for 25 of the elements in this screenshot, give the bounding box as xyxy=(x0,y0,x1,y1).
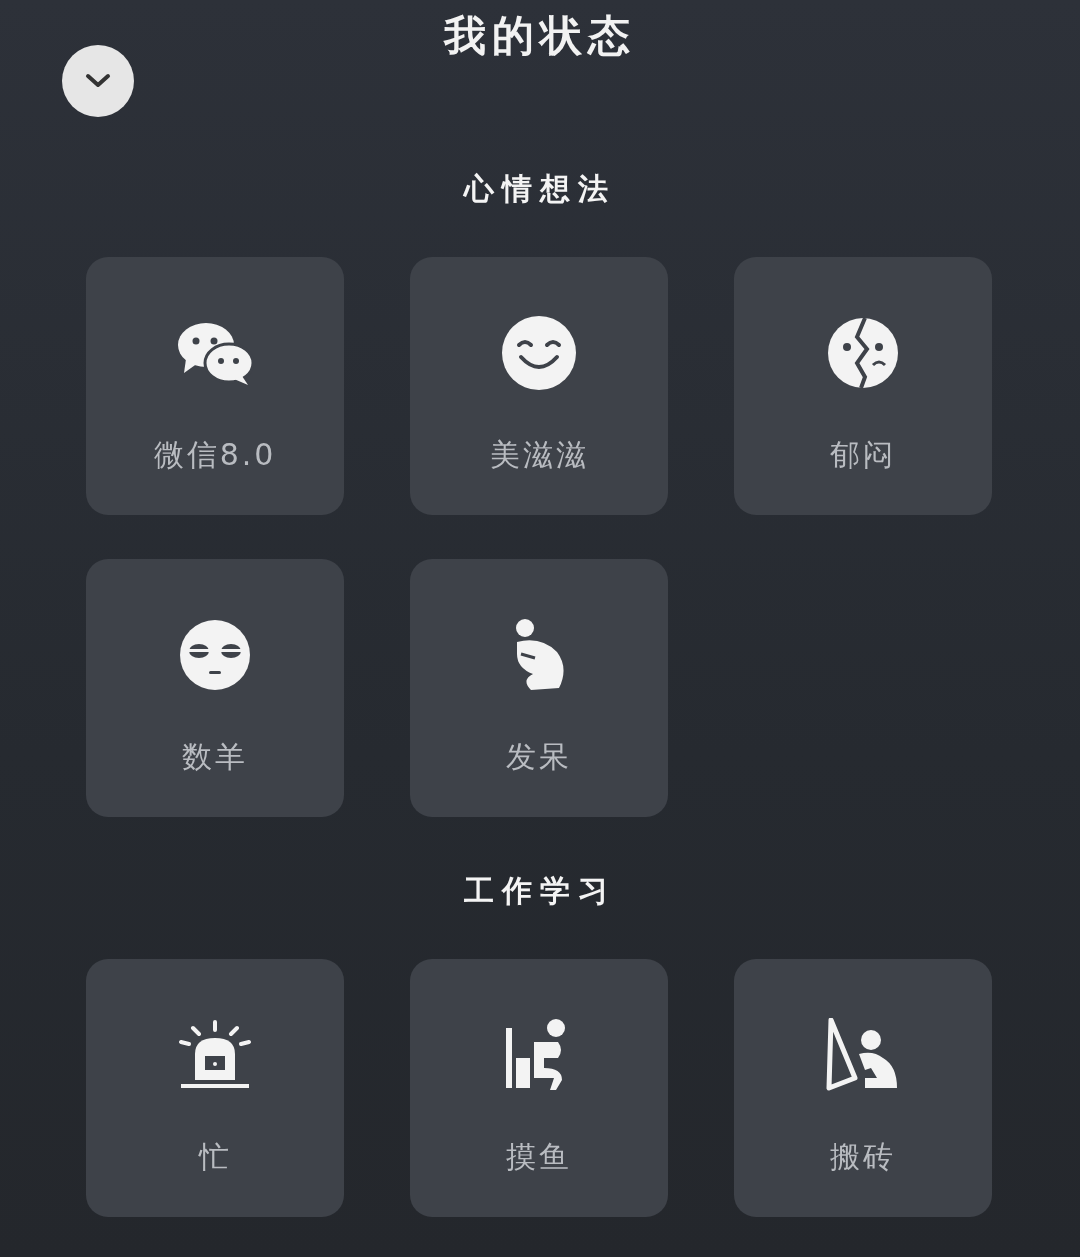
status-label: 摸鱼 xyxy=(506,1138,572,1176)
status-tile[interactable]: 微信8.0 xyxy=(86,257,344,515)
status-label: 微信8.0 xyxy=(153,436,277,474)
split-face-icon xyxy=(827,317,899,389)
page-title: 我的状态 xyxy=(442,10,637,62)
status-label: 搬砖 xyxy=(830,1138,896,1176)
status-tile[interactable]: 美滋滋 xyxy=(410,257,668,515)
section-title: 心情想法 xyxy=(462,170,617,208)
status-tile[interactable]: 郁闷 xyxy=(734,257,992,515)
status-tile[interactable]: 摸鱼 xyxy=(410,959,668,1217)
status-label: 忙 xyxy=(198,1138,232,1176)
smiley-face-icon xyxy=(501,315,577,391)
status-tile[interactable]: 搬砖 xyxy=(734,959,992,1217)
section-title: 工作学习 xyxy=(463,872,617,910)
status-tile[interactable]: 忙 xyxy=(86,959,344,1217)
status-label: 数羊 xyxy=(182,738,248,776)
status-label: 美滋滋 xyxy=(489,436,589,474)
status-label: 郁闷 xyxy=(830,436,896,474)
status-label: 发呆 xyxy=(506,738,572,776)
status-tile[interactable]: 数羊 xyxy=(86,559,344,817)
chat-bubbles-icon xyxy=(176,321,254,385)
siren-laptop-icon xyxy=(179,1020,251,1090)
sleepy-face-icon xyxy=(179,619,251,691)
status-tile[interactable]: 发呆 xyxy=(410,559,668,817)
chevron-down-icon xyxy=(85,73,111,89)
